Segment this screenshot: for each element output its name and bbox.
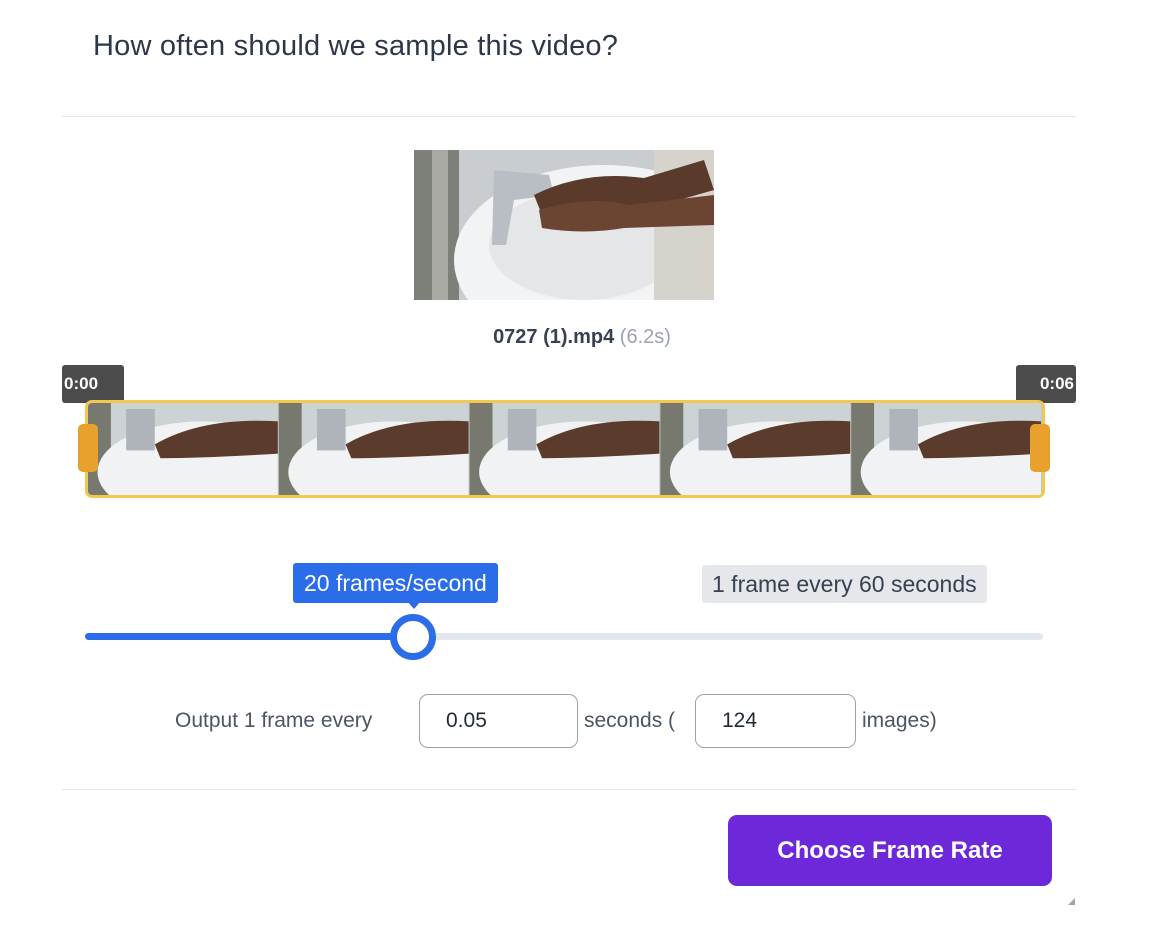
- frame-rate-slider-fill: [85, 633, 413, 640]
- trim-start-handle[interactable]: [78, 424, 98, 472]
- divider-bottom: [62, 789, 1076, 790]
- frame-rate-tooltip-arrow: [407, 601, 421, 609]
- filmstrip-frame: [278, 403, 499, 495]
- output-prefix-label: Output 1 frame every: [175, 709, 373, 732]
- image-count-input[interactable]: [695, 694, 856, 748]
- output-seconds-label: seconds (: [584, 709, 676, 732]
- video-duration: (6.2s): [619, 326, 671, 348]
- video-thumbnail: [414, 150, 714, 300]
- slider-min-rate-label: 1 frame every 60 seconds: [702, 565, 987, 603]
- video-filmstrip[interactable]: [85, 400, 1045, 498]
- resize-grip-icon[interactable]: [1068, 898, 1075, 905]
- video-file-name: 0727 (1).mp4: [493, 326, 615, 348]
- filmstrip-frame: [660, 403, 880, 495]
- trim-end-time: 0:06: [1016, 365, 1076, 403]
- trim-start-time: 0:00: [62, 365, 124, 403]
- trim-end-handle[interactable]: [1030, 424, 1050, 472]
- output-images-label: images): [862, 709, 937, 732]
- divider-top: [62, 116, 1076, 117]
- video-file-info: 0727 (1).mp4 (6.2s): [0, 326, 1164, 349]
- frame-rate-tooltip: 20 frames/second: [293, 563, 498, 603]
- seconds-per-frame-input[interactable]: [419, 694, 578, 748]
- filmstrip-frame: [88, 403, 308, 495]
- frame-rate-slider-handle[interactable]: [390, 614, 436, 660]
- dialog-title: How often should we sample this video?: [93, 30, 619, 62]
- filmstrip-frame: [851, 403, 1042, 495]
- filmstrip-frame: [469, 403, 689, 495]
- choose-frame-rate-button[interactable]: Choose Frame Rate: [728, 815, 1052, 886]
